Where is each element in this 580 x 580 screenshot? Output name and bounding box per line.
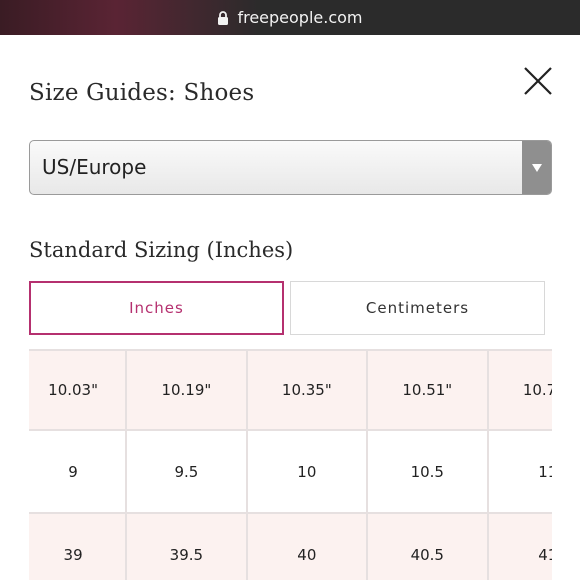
table-cell: 10 [245,429,369,514]
table-row: 10.03" 10.19" 10.35" 10.51" 10.70" [29,349,552,431]
table-cell: 9 [29,429,128,514]
table-cell: 39 [29,512,128,580]
size-table: 10.03" 10.19" 10.35" 10.51" 10.70" 9 9.5… [29,349,552,580]
section-title: Standard Sizing (Inches) [29,238,294,262]
close-button[interactable] [520,63,556,99]
inches-tab[interactable]: Inches [29,281,284,335]
centimeters-tab[interactable]: Centimeters [290,281,545,335]
region-select-value: US/Europe [42,155,147,179]
size-guide-modal: Size Guides: Shoes US/Europe Standard Si… [0,35,580,580]
triangle-down-icon [531,163,542,172]
modal-title: Size Guides: Shoes [29,80,255,106]
table-cell: 10.03" [29,349,128,431]
table-cell: 10.19" [125,349,248,431]
table-cell: 41 [486,512,552,580]
table-cell: 9.5 [125,429,248,514]
table-cell: 10.5 [366,429,489,514]
browser-url-bar[interactable]: freepeople.com [0,0,580,35]
table-row: 9 9.5 10 10.5 11 [29,429,552,514]
size-table-container[interactable]: 10.03" 10.19" 10.35" 10.51" 10.70" 9 9.5… [29,349,552,580]
select-arrow[interactable] [522,141,551,194]
table-cell: 10.70" [486,349,552,431]
url-text: freepeople.com [237,8,363,27]
table-cell: 11 [486,429,552,514]
table-row: 39 39.5 40 40.5 41 [29,512,552,580]
region-select[interactable]: US/Europe [29,140,552,195]
table-cell: 10.51" [366,349,489,431]
table-cell: 10.35" [245,349,369,431]
table-cell: 40.5 [366,512,489,580]
table-cell: 39.5 [125,512,248,580]
table-cell: 40 [245,512,369,580]
close-icon [524,67,552,95]
lock-icon [218,10,229,25]
